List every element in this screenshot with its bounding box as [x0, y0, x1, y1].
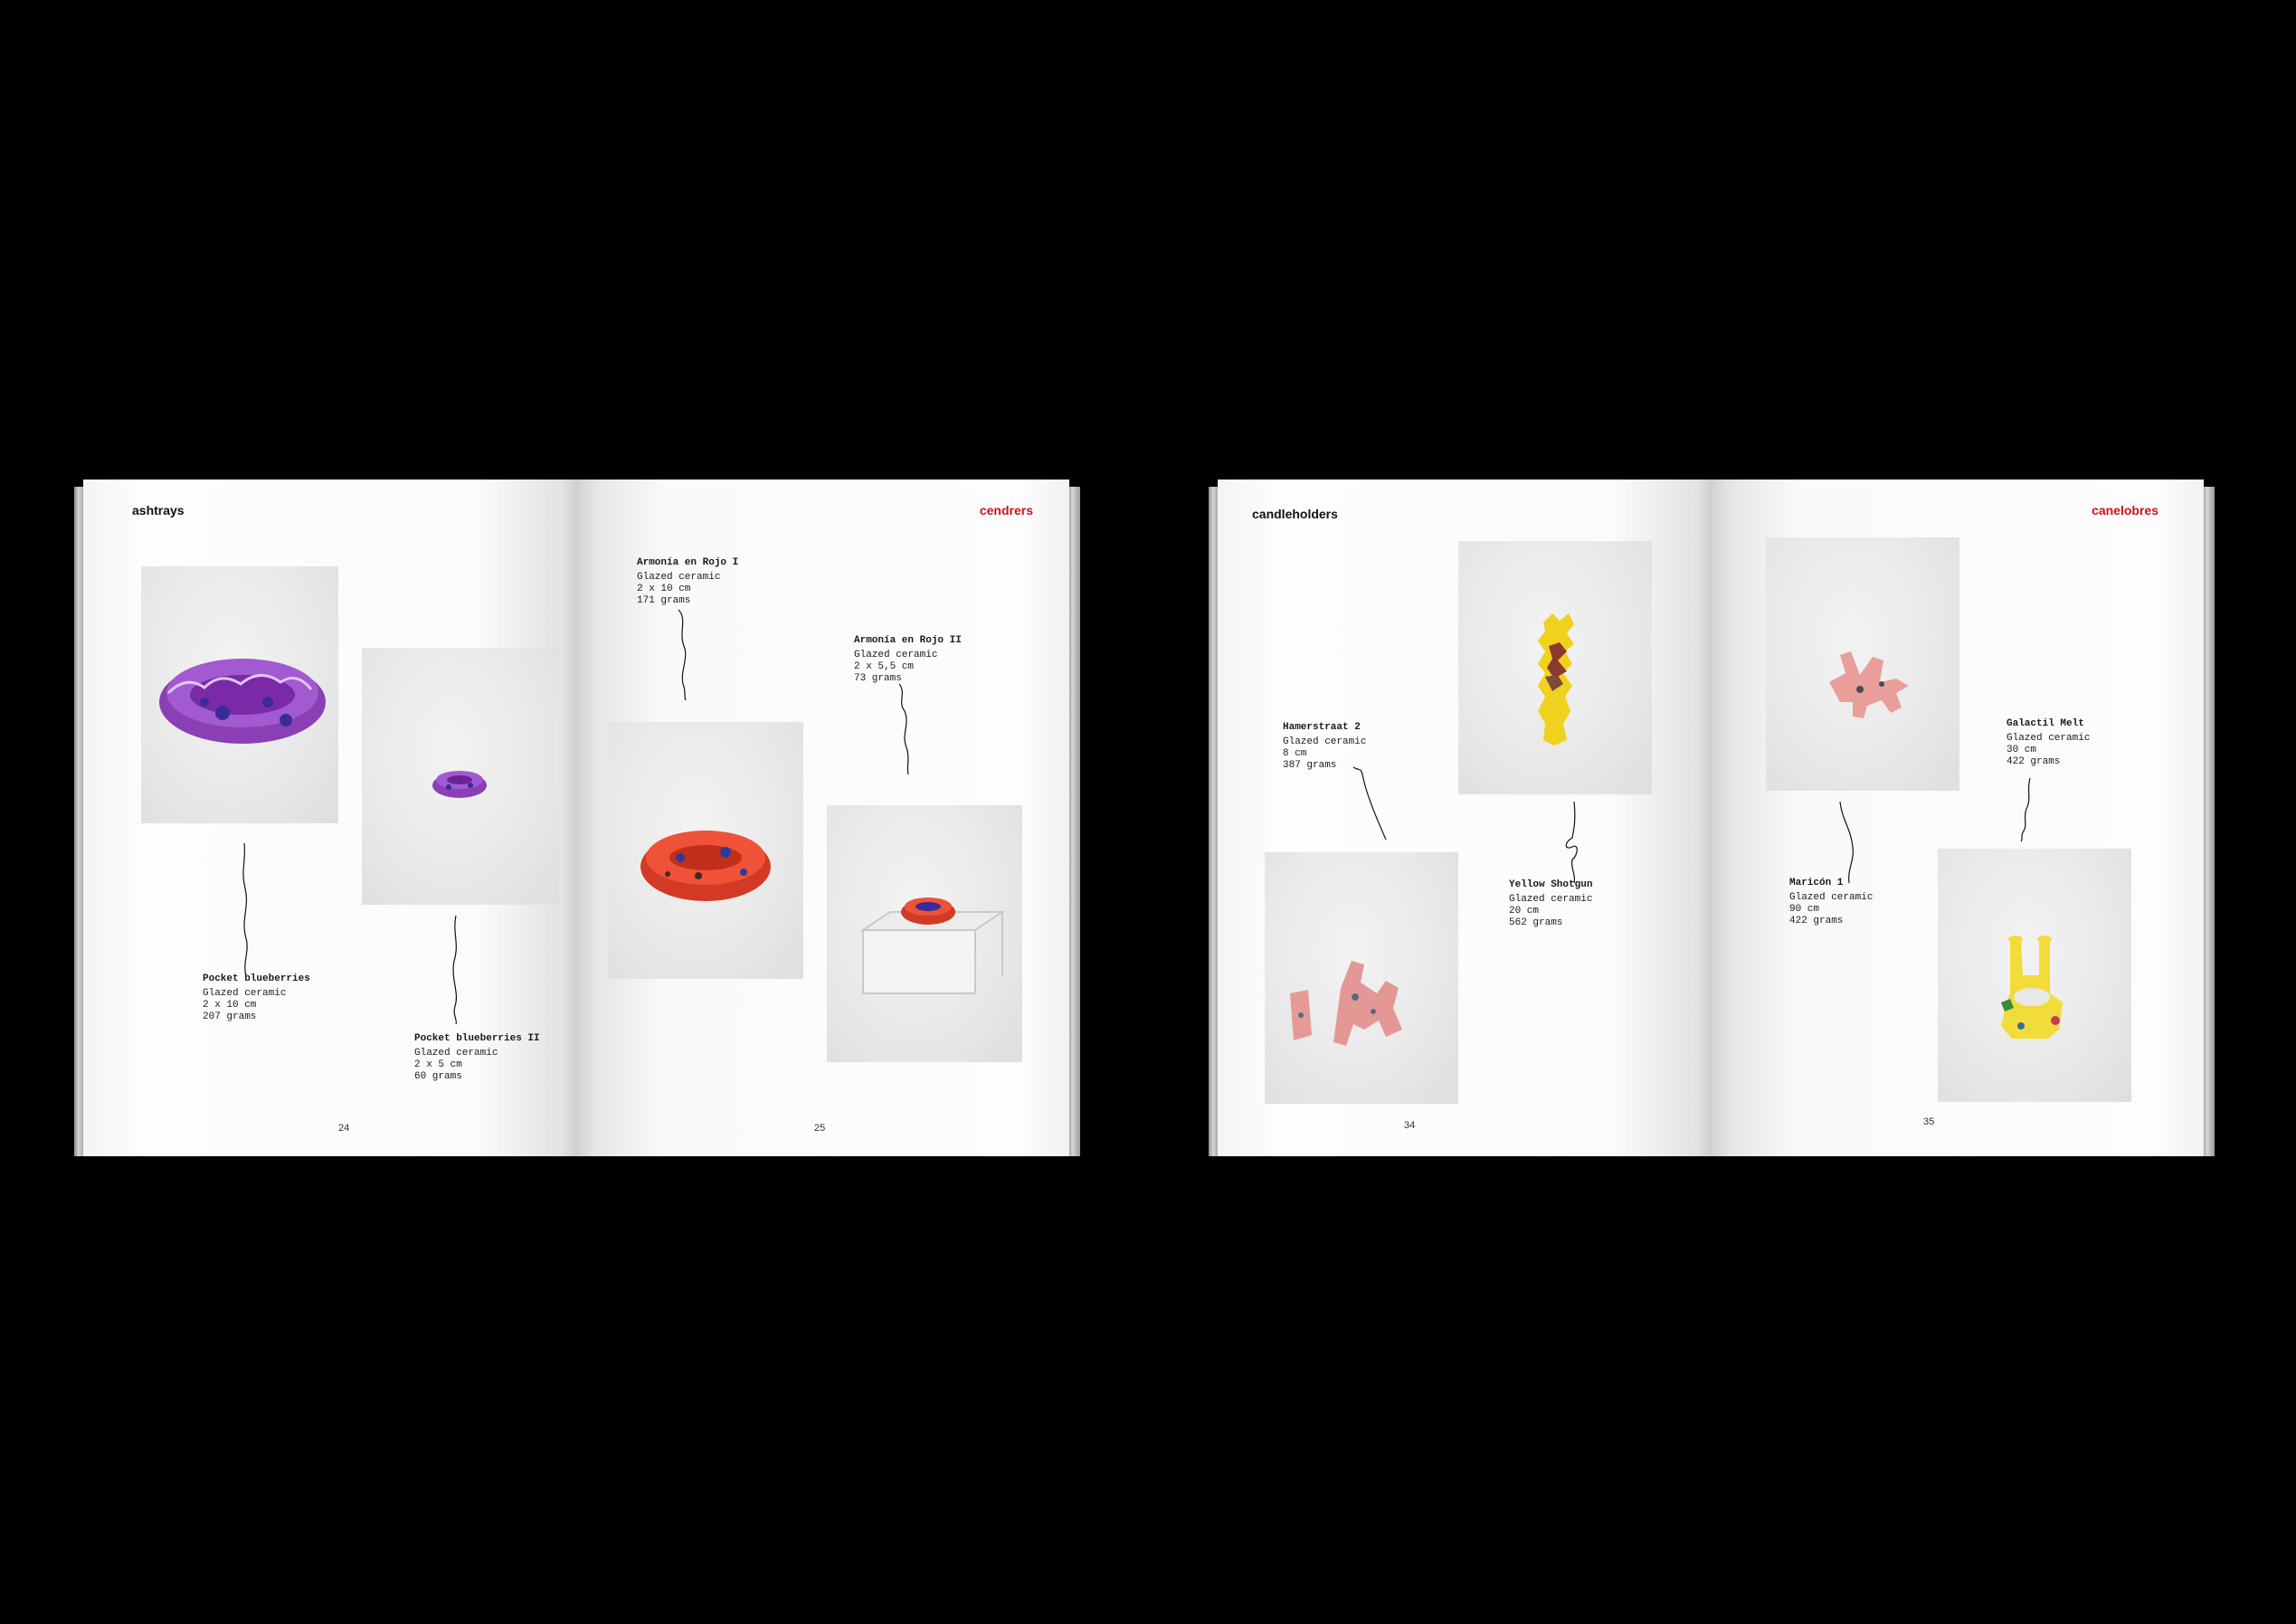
page-24: ashtrays Pocket blueberries Glazed ceram… [83, 480, 577, 1156]
pen-squiggle [452, 915, 458, 1025]
caption-title: Armonía en Rojo II [854, 635, 962, 646]
page-35: canelobres Maricón 1 Glazed ceramic 90 c… [1712, 480, 2204, 1156]
caption-pocket-blueberries-ii: Pocket blueberries II Glazed ceramic 2 x… [414, 1033, 540, 1083]
candleholder-photo-yellow-shotgun [1458, 541, 1652, 794]
red-ashtray-on-acrylic-icon [859, 897, 1006, 994]
pen-squiggle [2020, 777, 2031, 842]
page-number: 24 [338, 1123, 350, 1134]
pink-candleholder-icon [1829, 651, 1909, 718]
caption-yellow-shotgun: Yellow Shotgun Glazed ceramic 20 cm 562 … [1509, 879, 1592, 929]
yellow-melt-candleholder-icon [2001, 935, 2063, 1039]
caption-size: 20 cm [1509, 906, 1540, 916]
caption-armonia-en-rojo-ii: Armonía en Rojo II Glazed ceramic 2 x 5,… [854, 635, 962, 685]
caption-material: Glazed ceramic [414, 1048, 498, 1059]
section-title: candleholders [1252, 507, 1338, 521]
pen-squiggle [242, 842, 248, 978]
pink-sculptural-candleholder-icon [1290, 961, 1402, 1046]
section-title-translation: canelobres [2092, 503, 2158, 518]
ashtray-photo-pocket-blueberries [141, 566, 338, 823]
page-number: 34 [1404, 1120, 1416, 1131]
pen-squiggle [1839, 801, 1854, 884]
candleholder-photo-maricon-1 [1766, 537, 1959, 791]
purple-ashtray-icon [159, 659, 326, 744]
caption-material: Glazed ceramic [2007, 733, 2091, 744]
caption-galactil-melt: Galactil Melt Glazed ceramic 30 cm 422 g… [2007, 718, 2090, 768]
page-edge-right [2202, 487, 2215, 1156]
ashtray-photo-armonia-en-rojo-i [608, 722, 803, 979]
section-title-translation: cendrers [979, 503, 1033, 518]
caption-size: 2 x 5,5 cm [854, 661, 915, 672]
caption-title: Maricón 1 [1789, 878, 1844, 888]
book-spread-candleholders: candleholders Hamerstraat 2 Glazed ceram… [1209, 480, 2215, 1158]
pen-squiggle [1352, 766, 1387, 840]
caption-weight: 562 grams [1509, 917, 1563, 928]
caption-weight: 60 grams [414, 1071, 462, 1082]
pen-squiggle [1565, 801, 1578, 884]
page-34: candleholders Hamerstraat 2 Glazed ceram… [1218, 480, 1712, 1156]
candleholder-photo-hamerstraat-2 [1265, 852, 1458, 1104]
page-edge-right [1067, 487, 1080, 1156]
caption-size: 8 cm [1283, 748, 1307, 759]
caption-size: 2 x 10 cm [203, 1000, 257, 1011]
caption-material: Glazed ceramic [203, 988, 287, 999]
caption-pocket-blueberries: Pocket blueberries Glazed ceramic 2 x 10… [203, 973, 310, 1023]
caption-weight: 422 grams [1789, 916, 1844, 926]
caption-hamerstraat-2: Hamerstraat 2 Glazed ceramic 8 cm 387 gr… [1283, 722, 1366, 772]
caption-material: Glazed ceramic [637, 572, 721, 583]
yellow-tower-candleholder-icon [1538, 613, 1574, 746]
caption-weight: 207 grams [203, 1011, 257, 1022]
caption-title: Pocket blueberries [203, 973, 310, 984]
caption-title: Yellow Shotgun [1509, 879, 1593, 890]
pen-squiggle [678, 609, 687, 701]
caption-size: 90 cm [1789, 904, 1820, 915]
caption-weight: 171 grams [637, 595, 691, 606]
caption-material: Glazed ceramic [1789, 892, 1874, 903]
caption-armonia-en-rojo-i: Armonía en Rojo I Glazed ceramic 2 x 10 … [637, 557, 738, 607]
caption-maricon-1: Maricón 1 Glazed ceramic 90 cm 422 grams [1789, 878, 1873, 927]
section-title: ashtrays [132, 503, 185, 518]
small-purple-ashtray-icon [432, 771, 487, 798]
ashtray-photo-pocket-blueberries-ii [362, 648, 559, 905]
caption-weight: 422 grams [2007, 756, 2061, 767]
candleholder-photo-galactil-melt [1938, 849, 2131, 1102]
caption-title: Galactil Melt [2007, 718, 2084, 729]
caption-title: Hamerstraat 2 [1283, 722, 1361, 733]
page-25: cendrers Armonía en Rojo I Glazed cerami… [577, 480, 1069, 1156]
caption-title: Armonía en Rojo I [637, 557, 739, 568]
caption-material: Glazed ceramic [1509, 894, 1593, 905]
ashtray-photo-armonia-en-rojo-ii [827, 805, 1022, 1062]
caption-size: 30 cm [2007, 745, 2037, 755]
caption-size: 2 x 10 cm [637, 584, 691, 594]
caption-size: 2 x 5 cm [414, 1059, 462, 1070]
page-number: 35 [1923, 1116, 1935, 1127]
pen-squiggle [898, 683, 909, 775]
caption-title: Pocket blueberries II [414, 1033, 540, 1044]
caption-material: Glazed ceramic [854, 650, 938, 660]
page-number: 25 [814, 1123, 826, 1134]
caption-material: Glazed ceramic [1283, 736, 1367, 747]
red-ashtray-icon [640, 831, 771, 901]
book-spread-ashtrays: ashtrays Pocket blueberries Glazed ceram… [74, 480, 1080, 1158]
